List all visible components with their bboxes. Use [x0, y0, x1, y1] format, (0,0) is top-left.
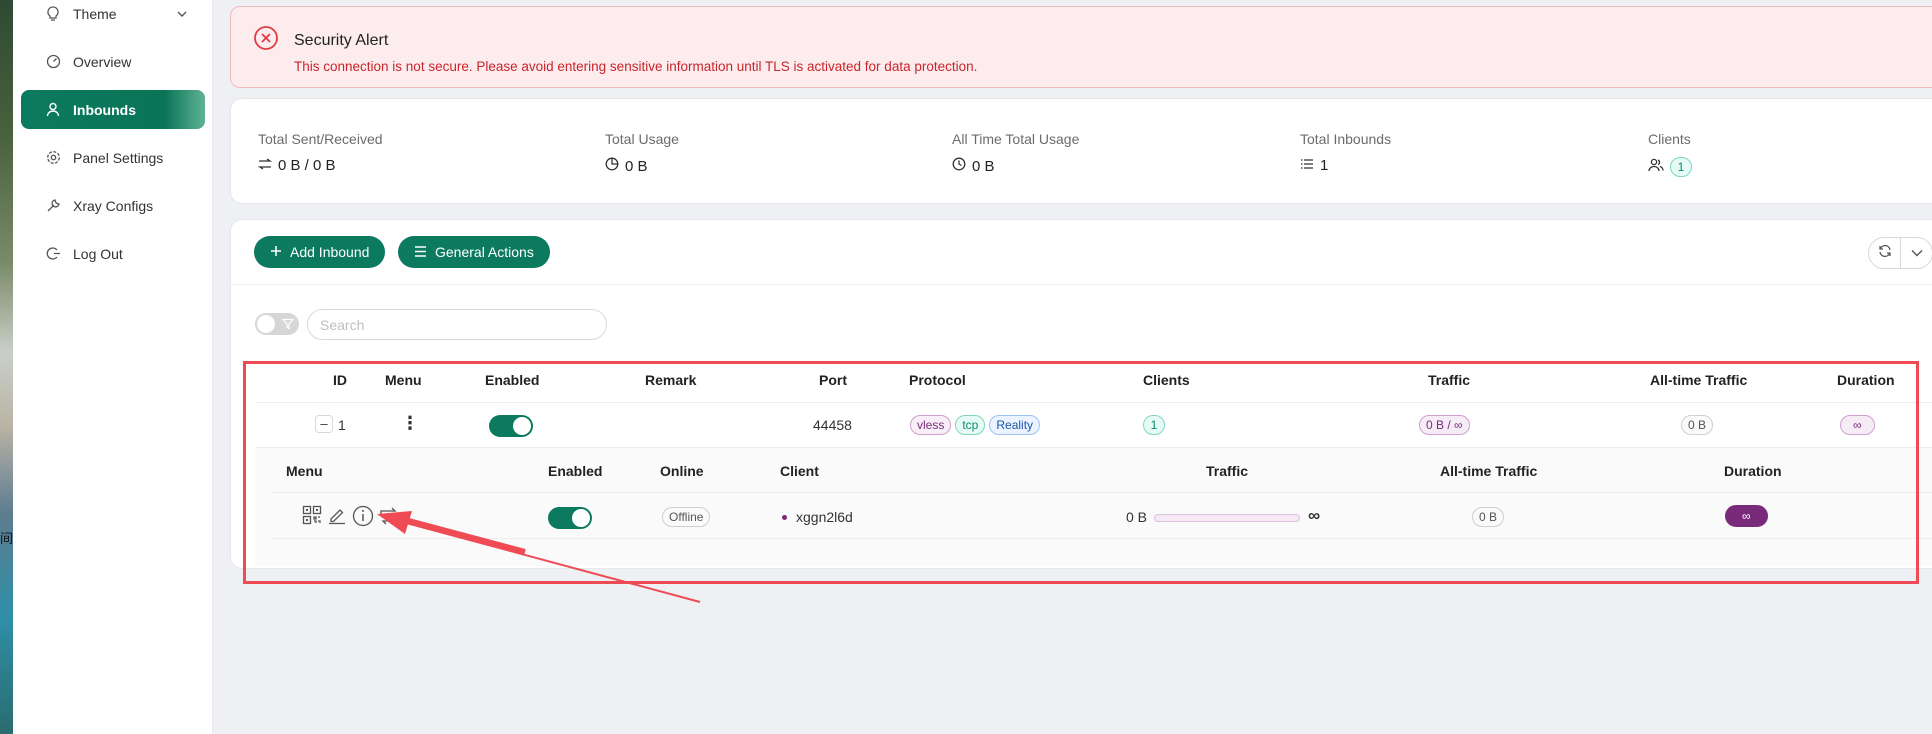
sidebar-item-label: Log Out — [73, 245, 123, 262]
filter-icon — [281, 317, 295, 335]
alert-message: This connection is not secure. Please av… — [294, 59, 978, 74]
list-icon — [1300, 157, 1314, 174]
refresh-icon — [1878, 244, 1892, 263]
dashboard-icon — [45, 54, 61, 70]
swap-icon — [257, 157, 273, 174]
team-icon — [1648, 158, 1664, 176]
stat-total-usage: Total Usage 0 B — [605, 131, 679, 175]
alert-title: Security Alert — [294, 32, 389, 49]
photo-text: 间 — [0, 531, 14, 546]
general-actions-label: General Actions — [435, 244, 534, 260]
stat-all-time-total-usage: All Time Total Usage 0 B — [952, 131, 1079, 175]
chevron-down-icon — [1911, 244, 1923, 262]
sidebar-item-panel-settings[interactable]: Panel Settings — [21, 138, 205, 177]
sidebar: Theme Overview Inbounds Panel Settings X… — [13, 0, 213, 734]
sidebar-item-overview[interactable]: Overview — [21, 42, 205, 81]
stat-value: 0 B / 0 B — [278, 157, 336, 174]
logout-icon — [45, 246, 61, 262]
sidebar-item-label: Overview — [73, 53, 132, 70]
sidebar-item-xray-configs[interactable]: Xray Configs — [21, 186, 205, 225]
stat-label: Total Usage — [605, 131, 679, 147]
add-inbound-label: Add Inbound — [290, 244, 370, 260]
plus-icon — [270, 244, 282, 260]
stat-total-inbounds: Total Inbounds 1 — [1300, 131, 1391, 174]
stat-value: 1 — [1320, 157, 1329, 174]
sidebar-item-theme[interactable]: Theme — [21, 0, 205, 33]
stats-card: Total Sent/Received 0 B / 0 B Total Usag… — [230, 98, 1932, 204]
clients-count-badge: 1 — [1670, 157, 1692, 177]
chevron-down-icon — [177, 5, 187, 21]
user-icon — [45, 102, 61, 118]
sidebar-item-label: Theme — [73, 5, 117, 22]
background-photo-strip: 间 — [0, 0, 13, 734]
toolbar-divider — [231, 284, 1932, 285]
stat-label: Clients — [1648, 131, 1691, 147]
close-circle-icon — [253, 25, 279, 56]
add-inbound-button[interactable]: Add Inbound — [254, 236, 386, 268]
stat-label: Total Inbounds — [1300, 131, 1392, 147]
sidebar-item-label: Xray Configs — [73, 197, 154, 214]
sidebar-item-label: Panel Settings — [73, 149, 164, 166]
tool-icon — [45, 198, 61, 214]
search-input[interactable] — [307, 309, 607, 340]
menu-icon — [414, 244, 427, 260]
filter-toggle[interactable] — [255, 313, 299, 335]
gear-icon — [45, 150, 61, 166]
refresh-options-dropdown[interactable] — [1900, 237, 1932, 269]
security-alert: Security Alert This connection is not se… — [230, 6, 1932, 88]
sidebar-item-inbounds[interactable]: Inbounds — [21, 90, 205, 129]
toggle-knob — [257, 315, 275, 333]
clock-icon — [952, 157, 966, 175]
highlight-box — [243, 361, 1919, 584]
sidebar-item-log-out[interactable]: Log Out — [21, 234, 205, 273]
pie-icon — [605, 157, 619, 175]
general-actions-button[interactable]: General Actions — [398, 236, 550, 268]
stat-value: 0 B — [625, 157, 648, 175]
refresh-button[interactable] — [1868, 237, 1901, 269]
stat-label: All Time Total Usage — [952, 131, 1080, 147]
stat-label: Total Sent/Received — [258, 131, 383, 147]
stat-clients: Clients 1 — [1648, 131, 1692, 177]
stat-value: 0 B — [972, 157, 995, 175]
sidebar-item-label: Inbounds — [73, 101, 136, 118]
stat-total-sent-received: Total Sent/Received 0 B / 0 B — [257, 131, 383, 174]
bulb-icon — [45, 5, 61, 22]
